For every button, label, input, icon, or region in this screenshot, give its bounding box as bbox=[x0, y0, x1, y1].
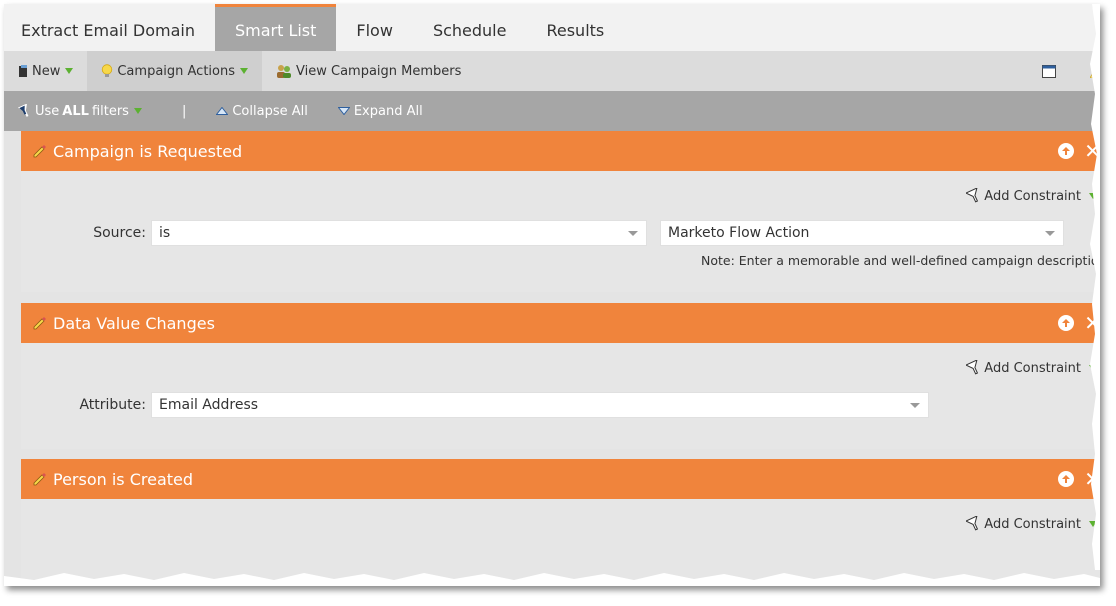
lightbulb-icon bbox=[101, 63, 113, 79]
tab-bar: Extract Email Domain Smart List Flow Sch… bbox=[4, 4, 1100, 51]
view-campaign-members-button[interactable]: View Campaign Members bbox=[262, 51, 475, 91]
filter-header[interactable]: Data Value Changes ✕ bbox=[21, 303, 1100, 343]
move-up-icon[interactable] bbox=[1058, 143, 1075, 159]
toolbar-right-tools bbox=[1042, 51, 1100, 91]
tab-flow[interactable]: Flow bbox=[336, 4, 413, 51]
source-value-select[interactable]: Marketo Flow Action bbox=[660, 220, 1064, 246]
chevron-down-icon bbox=[240, 68, 249, 74]
add-constraint-button[interactable]: Add Constraint bbox=[966, 360, 1097, 376]
filter-funnel-icon bbox=[966, 360, 982, 376]
new-document-icon bbox=[18, 64, 28, 78]
source-operator-select[interactable]: is bbox=[151, 220, 647, 246]
attribute-select[interactable]: Email Address bbox=[151, 392, 929, 418]
toolbar: New Campaign Actions View Campaign Membe… bbox=[4, 51, 1100, 91]
chevron-down-icon bbox=[1045, 231, 1055, 236]
chevron-down-icon bbox=[1089, 365, 1097, 371]
add-constraint-button[interactable]: Add Constraint bbox=[966, 516, 1097, 532]
new-button-label: New bbox=[32, 63, 61, 79]
close-icon[interactable]: ✕ bbox=[1084, 469, 1100, 489]
filter-title: Data Value Changes bbox=[53, 313, 215, 333]
filter-funnel-icon bbox=[966, 188, 982, 204]
collapse-triangle-icon bbox=[216, 107, 229, 115]
use-label: Use bbox=[35, 103, 60, 119]
filters-label: filters bbox=[91, 103, 129, 119]
window-icon[interactable] bbox=[1042, 64, 1056, 78]
tab-schedule[interactable]: Schedule bbox=[413, 4, 527, 51]
collapse-all-button[interactable]: Collapse All bbox=[216, 104, 308, 119]
view-campaign-members-label: View Campaign Members bbox=[296, 63, 462, 79]
tab-campaign-name[interactable]: Extract Email Domain bbox=[4, 4, 215, 51]
attribute-label: Attribute: bbox=[79, 397, 146, 413]
chevron-down-icon bbox=[628, 231, 638, 236]
smart-campaign-window: Extract Email Domain Smart List Flow Sch… bbox=[4, 4, 1100, 586]
campaign-actions-label: Campaign Actions bbox=[117, 63, 236, 79]
new-button[interactable]: New bbox=[4, 51, 87, 91]
chevron-down-icon bbox=[1089, 521, 1097, 527]
chevron-down-icon bbox=[1089, 193, 1097, 199]
tab-smart-list[interactable]: Smart List bbox=[214, 4, 337, 51]
chevron-down-icon bbox=[133, 108, 142, 114]
filter-header-actions: ✕ bbox=[1058, 459, 1100, 499]
attribute-value: Email Address bbox=[159, 397, 259, 413]
use-all-filters-button[interactable]: Use ALL filters bbox=[18, 104, 142, 119]
expand-triangle-icon bbox=[337, 107, 350, 115]
close-icon[interactable]: ✕ bbox=[1084, 141, 1100, 161]
expand-all-button[interactable]: Expand All bbox=[337, 103, 423, 119]
filter-header-actions: ✕ bbox=[1058, 303, 1100, 343]
filter-header[interactable]: Person is Created ✕ bbox=[21, 459, 1100, 499]
chevron-down-icon bbox=[910, 403, 920, 408]
add-constraint-label: Add Constraint bbox=[984, 360, 1081, 376]
filter-funnel-icon bbox=[18, 104, 32, 118]
filter-bar: Use ALL filters | Collapse All Expand Al… bbox=[4, 91, 1100, 131]
chevron-down-icon bbox=[65, 68, 74, 74]
source-label: Source: bbox=[93, 225, 146, 241]
filter-card-data-value-changes: Data Value Changes ✕ Add Constraint Attr… bbox=[21, 303, 1100, 449]
filter-title: Campaign is Requested bbox=[53, 141, 243, 161]
pencil-icon bbox=[33, 316, 47, 330]
members-icon bbox=[276, 64, 292, 79]
use-all-label: ALL bbox=[62, 103, 89, 119]
pencil-icon bbox=[33, 144, 47, 158]
filter-funnel-icon bbox=[966, 516, 982, 532]
filter-title: Person is Created bbox=[53, 469, 194, 489]
close-icon[interactable]: ✕ bbox=[1084, 313, 1100, 333]
tab-results[interactable]: Results bbox=[526, 4, 624, 51]
source-operator-value: is bbox=[159, 225, 171, 241]
expand-all-label: Expand All bbox=[353, 103, 423, 119]
toolbar-separator: | bbox=[181, 103, 187, 119]
filter-card-person-created: Person is Created ✕ Add Constraint bbox=[21, 459, 1100, 579]
campaign-description-note: Note: Enter a memorable and well-defined… bbox=[701, 253, 1100, 268]
move-up-icon[interactable] bbox=[1058, 471, 1075, 487]
filter-header[interactable]: Campaign is Requested ✕ bbox=[21, 131, 1100, 171]
campaign-actions-button[interactable]: Campaign Actions bbox=[87, 51, 263, 91]
add-constraint-label: Add Constraint bbox=[984, 188, 1081, 204]
add-constraint-button[interactable]: Add Constraint bbox=[966, 188, 1097, 204]
source-value: Marketo Flow Action bbox=[668, 225, 810, 241]
filter-card-campaign-requested: Campaign is Requested ✕ Add Constraint S… bbox=[21, 131, 1100, 292]
filter-header-actions: ✕ bbox=[1058, 131, 1100, 171]
pencil-icon bbox=[33, 472, 47, 486]
add-constraint-label: Add Constraint bbox=[984, 516, 1081, 532]
warning-icon[interactable] bbox=[1090, 64, 1100, 78]
collapse-all-label: Collapse All bbox=[232, 103, 308, 119]
move-up-icon[interactable] bbox=[1058, 315, 1075, 331]
